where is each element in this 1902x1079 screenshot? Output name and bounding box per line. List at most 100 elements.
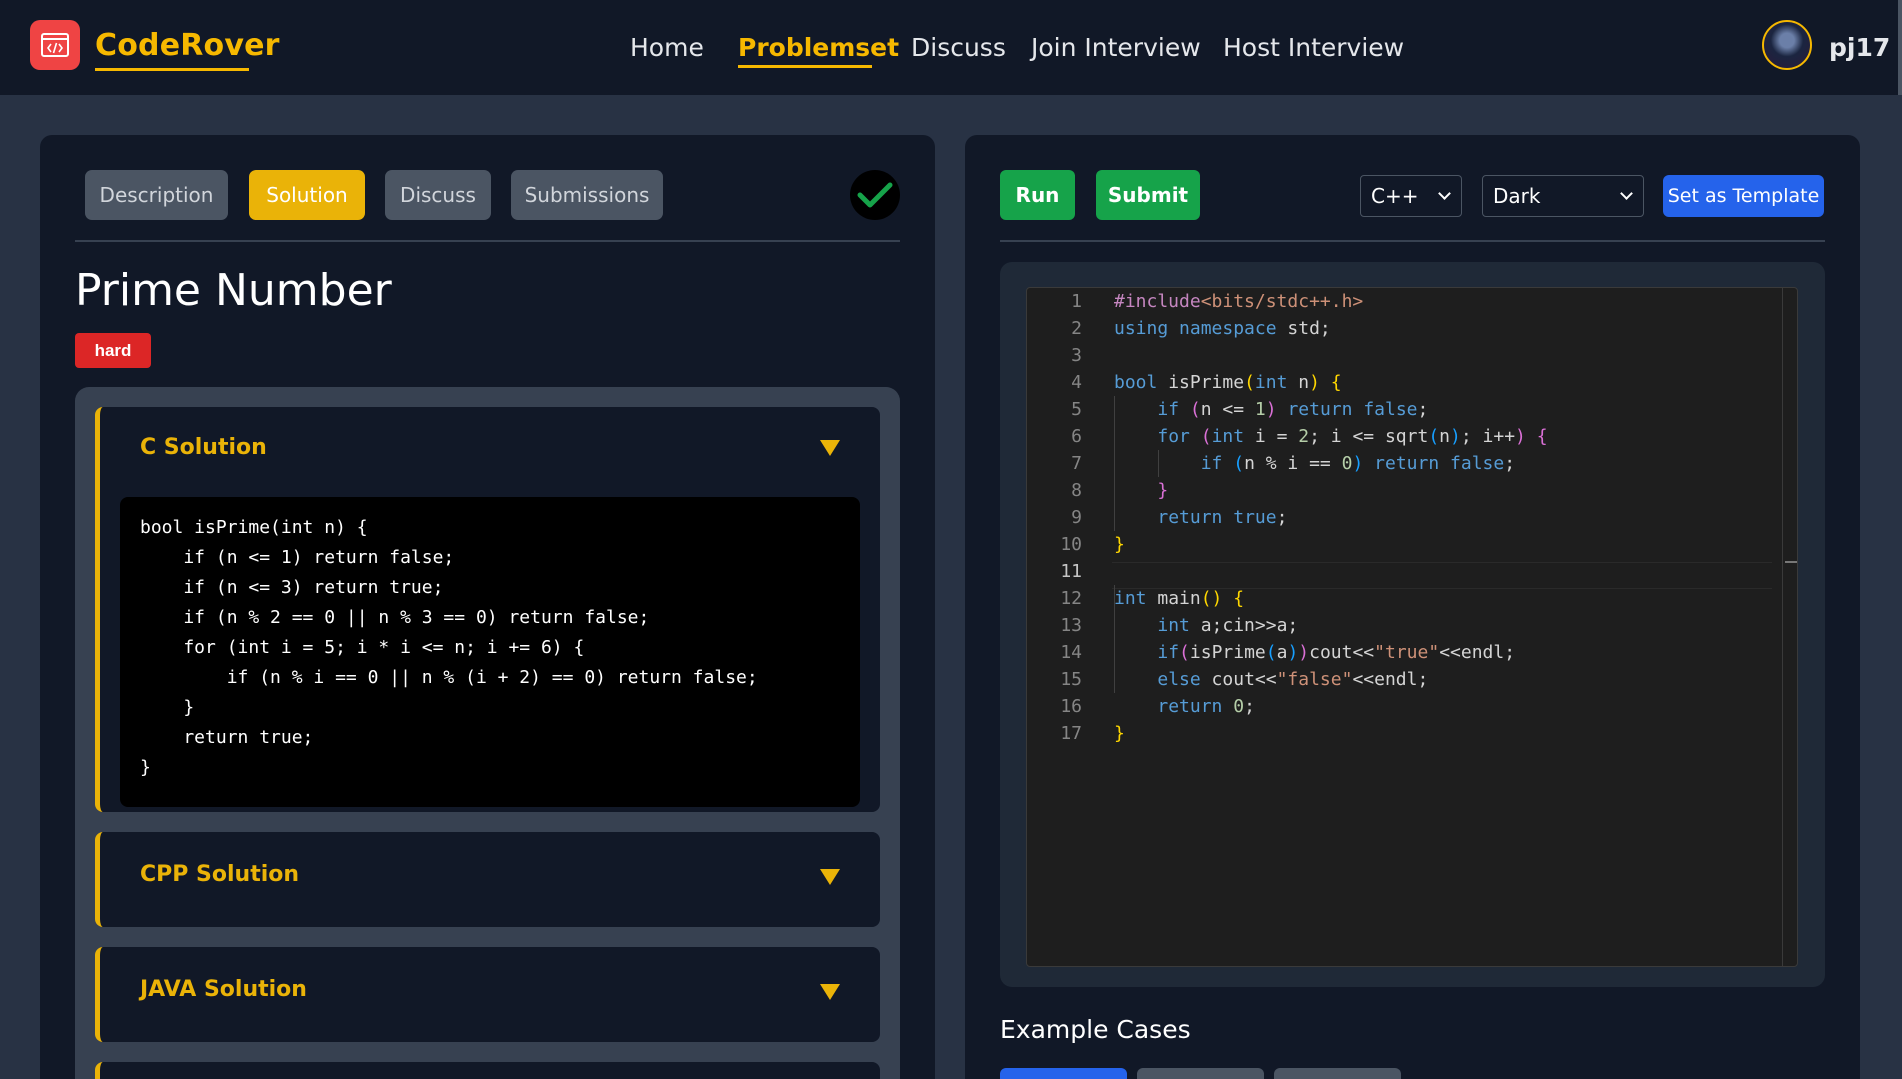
line-number: 10 (1060, 534, 1082, 555)
example-case-tab-3[interactable] (1274, 1068, 1401, 1079)
line-code: } (1114, 723, 1125, 744)
editor-line[interactable]: 7 if (n % i == 0) return false; (1027, 450, 1797, 477)
code-line: bool isPrime(int n) { (140, 517, 368, 538)
editor-line[interactable]: 3 (1027, 342, 1797, 369)
editor-line[interactable]: 8 } (1027, 477, 1797, 504)
editor-line[interactable]: 12 int main() { (1027, 585, 1797, 612)
nav-problemset[interactable]: Problemset (738, 33, 899, 62)
line-number: 7 (1071, 453, 1082, 474)
editor-line[interactable]: 5 if (n <= 1) return false; (1027, 396, 1797, 423)
code-line: if (n <= 3) return true; (140, 577, 444, 598)
run-button[interactable]: Run (1000, 170, 1075, 220)
line-number: 13 (1060, 615, 1082, 636)
line-code: int a;cin>>a; (1157, 615, 1299, 636)
brand-name[interactable]: CodeRover (95, 28, 280, 63)
editor-line[interactable]: 17} (1027, 720, 1797, 747)
editor-line[interactable]: 11 (1027, 558, 1797, 585)
code-line: if (n <= 1) return false; (140, 547, 455, 568)
line-number: 11 (1060, 561, 1082, 582)
tab-solution[interactable]: Solution (249, 170, 365, 220)
editor-scrollbar-marker (1785, 561, 1797, 563)
solutions-container: C Solution bool isPrime(int n) { if (n <… (75, 387, 900, 1079)
line-code: else cout<<"false"<<endl; (1157, 669, 1429, 690)
code-line: } (140, 697, 195, 718)
accordion-java-solution[interactable]: JAVA Solution (95, 947, 880, 1042)
example-case-tab-1[interactable] (1000, 1068, 1127, 1079)
toolbar-divider (1000, 240, 1825, 242)
line-code: return true; (1157, 507, 1288, 528)
username[interactable]: pj17 (1829, 33, 1890, 62)
chevron-down-icon[interactable] (820, 869, 840, 885)
line-code: return 0; (1157, 696, 1255, 717)
editor-line[interactable]: 10} (1027, 531, 1797, 558)
line-number: 1 (1071, 291, 1082, 312)
theme-value: Dark (1493, 184, 1541, 208)
tab-description[interactable]: Description (85, 170, 228, 220)
problem-panel: Description Solution Discuss Submissions… (40, 135, 935, 1079)
line-code: bool isPrime(int n) { (1114, 372, 1342, 393)
accordion-cpp-solution[interactable]: CPP Solution (95, 832, 880, 927)
line-code: for (int i = 2; i <= sqrt(n); i++) { (1157, 426, 1548, 447)
line-number: 17 (1060, 723, 1082, 744)
nav-host-interview[interactable]: Host Interview (1223, 33, 1404, 62)
theme-select[interactable]: Dark (1482, 175, 1644, 217)
accordion-more-solution[interactable] (95, 1062, 880, 1079)
logo-icon[interactable] (30, 20, 80, 70)
line-code: using namespace std; (1114, 318, 1331, 339)
accordion-title[interactable]: JAVA Solution (140, 977, 307, 1002)
line-number: 4 (1071, 372, 1082, 393)
editor-line[interactable]: 6 for (int i = 2; i <= sqrt(n); i++) { (1027, 423, 1797, 450)
line-number: 6 (1071, 426, 1082, 447)
example-cases-title: Example Cases (1000, 1015, 1191, 1044)
tab-submissions[interactable]: Submissions (511, 170, 663, 220)
editor-line[interactable]: 1 #include<bits/stdc++.h> (1027, 288, 1797, 315)
nav-active-underline (738, 65, 872, 68)
solved-check-icon (850, 170, 900, 220)
line-code: if (n <= 1) return false; (1157, 399, 1429, 420)
line-code: if (n % i == 0) return false; (1200, 453, 1516, 474)
nav-discuss[interactable]: Discuss (911, 33, 1006, 62)
accordion-c-solution[interactable]: C Solution bool isPrime(int n) { if (n <… (95, 407, 880, 812)
accordion-title[interactable]: C Solution (140, 435, 267, 460)
code-line: for (int i = 5; i * i <= n; i += 6) { (140, 637, 585, 658)
editor-line[interactable]: 15 else cout<<"false"<<endl; (1027, 666, 1797, 693)
editor-line[interactable]: 14 if(isPrime(a))cout<<"true"<<endl; (1027, 639, 1797, 666)
editor-panel: Run Submit C++ Dark Set as Template 1 #in… (965, 135, 1860, 1079)
page-scrollbar[interactable] (1898, 0, 1902, 95)
code-editor[interactable]: 1 #include<bits/stdc++.h> 2 using namespac… (1026, 287, 1798, 967)
top-navbar: CodeRover Home Problemset Discuss Join I… (0, 0, 1902, 95)
difficulty-badge: hard (75, 333, 151, 368)
nav-home[interactable]: Home (630, 33, 704, 62)
nav-join-interview[interactable]: Join Interview (1031, 33, 1201, 62)
line-number: 3 (1071, 345, 1082, 366)
code-line: if (n % i == 0 || n % (i + 2) == 0) retu… (140, 667, 758, 688)
editor-line[interactable]: 9 return true; (1027, 504, 1797, 531)
line-number: 14 (1060, 642, 1082, 663)
accordion-title[interactable]: CPP Solution (140, 862, 299, 887)
editor-line[interactable]: 2 using namespace std; (1027, 315, 1797, 342)
line-number: 8 (1071, 480, 1082, 501)
code-line: if (n % 2 == 0 || n % 3 == 0) return fal… (140, 607, 650, 628)
editor-line[interactable]: 4 bool isPrime(int n) { (1027, 369, 1797, 396)
line-code: } (1114, 534, 1125, 555)
submit-button[interactable]: Submit (1096, 170, 1200, 220)
code-line: return true; (140, 727, 314, 748)
problem-title: Prime Number (75, 265, 392, 316)
language-value: C++ (1371, 184, 1419, 208)
avatar[interactable] (1762, 20, 1812, 70)
editor-wrapper: 1 #include<bits/stdc++.h> 2 using namespac… (1000, 262, 1825, 987)
set-template-button[interactable]: Set as Template (1663, 175, 1824, 217)
language-select[interactable]: C++ (1360, 175, 1462, 217)
chevron-down-icon[interactable] (820, 984, 840, 1000)
editor-line[interactable]: 16 return 0; (1027, 693, 1797, 720)
editor-line[interactable]: 13 int a;cin>>a; (1027, 612, 1797, 639)
brand-underline (95, 68, 249, 71)
tab-discuss[interactable]: Discuss (385, 170, 491, 220)
editor-scrollbar-track[interactable] (1782, 288, 1783, 966)
line-number: 15 (1060, 669, 1082, 690)
line-code: int main() { (1114, 588, 1245, 609)
chevron-down-icon (1438, 187, 1451, 200)
example-case-tab-2[interactable] (1137, 1068, 1264, 1079)
line-number: 2 (1071, 318, 1082, 339)
chevron-down-icon[interactable] (820, 440, 840, 456)
